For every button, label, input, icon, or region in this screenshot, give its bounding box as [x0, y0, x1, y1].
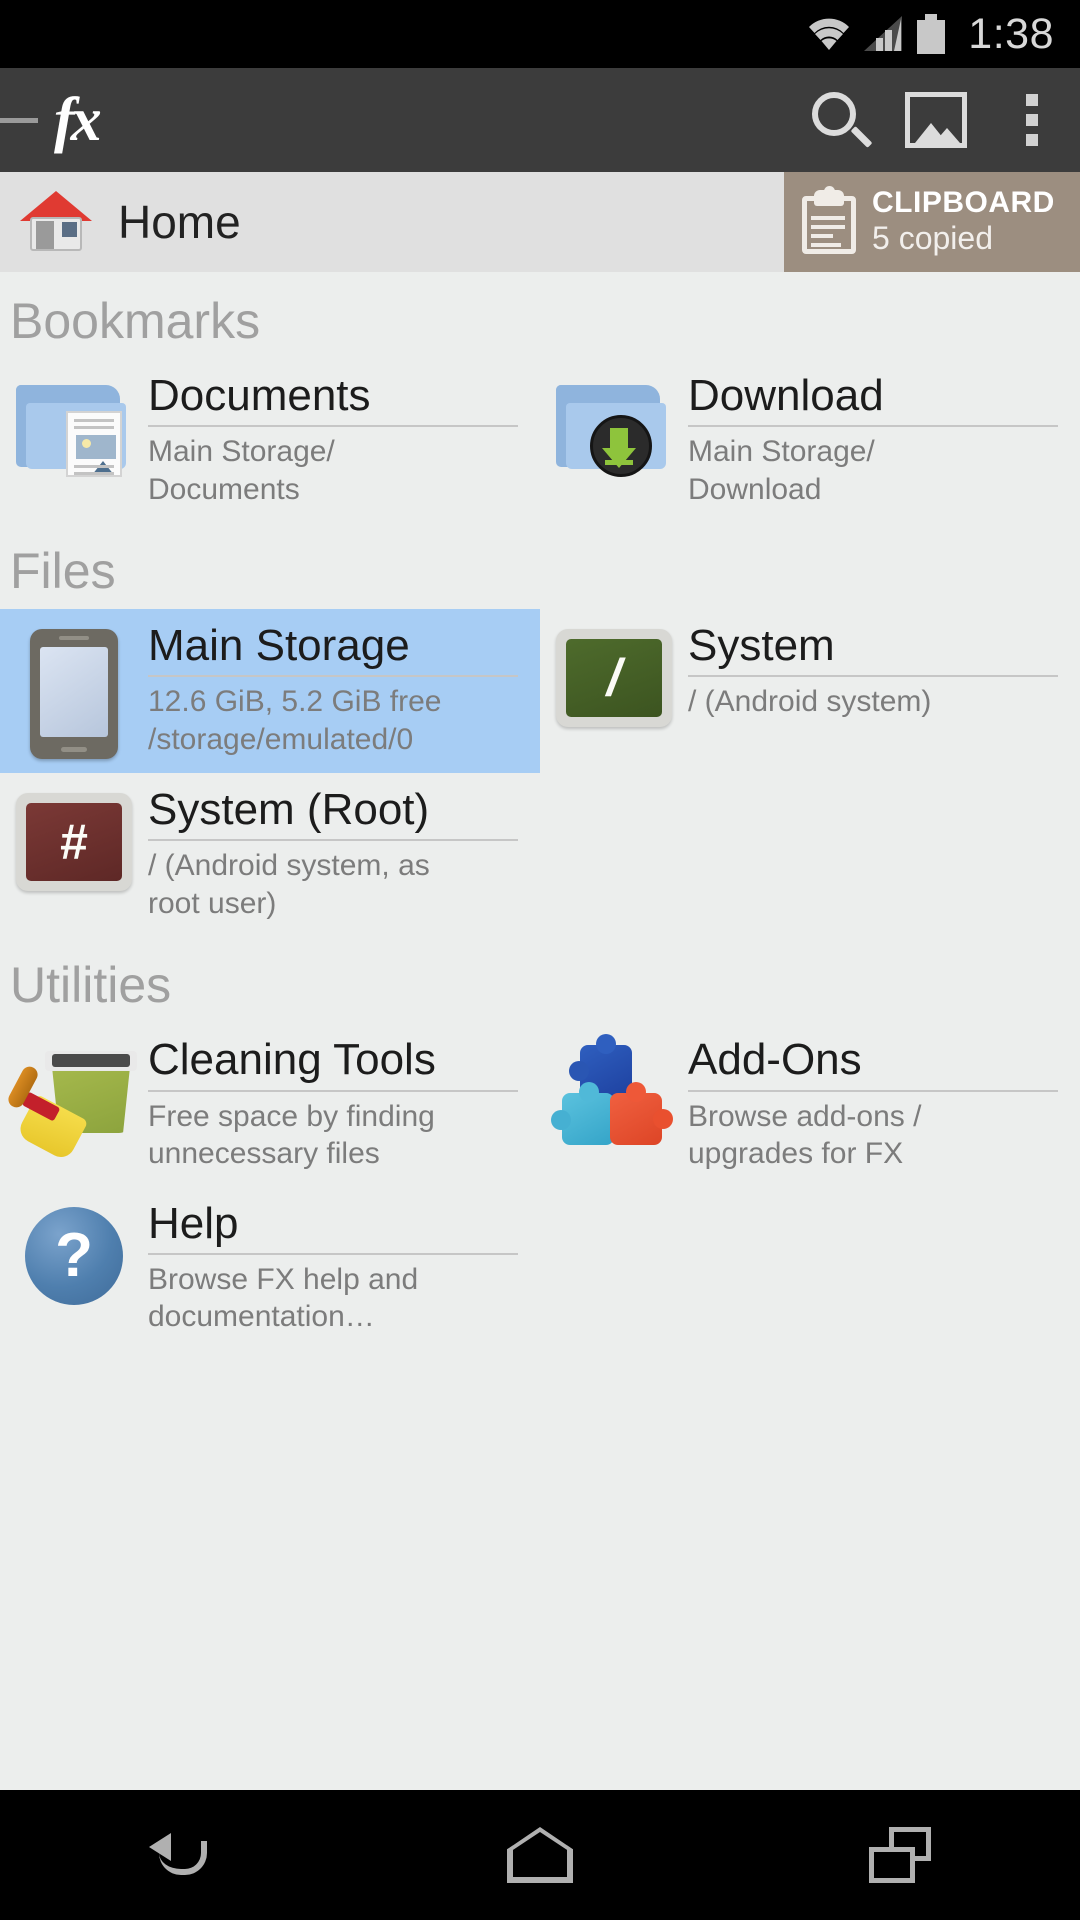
- breadcrumb-label[interactable]: Home: [118, 195, 241, 249]
- list-item-download[interactable]: Download Main Storage/ Download: [540, 359, 1080, 522]
- list-item-body: Main Storage 12.6 GiB, 5.2 GiB free /sto…: [148, 623, 532, 758]
- terminal-red-icon: #: [0, 787, 148, 892]
- list-item-add-ons[interactable]: Add-Ons Browse add-ons / upgrades for FX: [540, 1023, 1080, 1186]
- terminal-hash-glyph: #: [60, 814, 88, 871]
- section-header-files: Files: [10, 543, 116, 600]
- breadcrumb: Home CLIPBOARD 5 copied: [0, 172, 1080, 272]
- list-item-body: Add-Ons Browse add-ons / upgrades for FX: [688, 1037, 1072, 1172]
- puzzle-icon: [540, 1034, 688, 1153]
- list-item-body: System / (Android system): [688, 623, 1072, 721]
- folder-documents-icon: [0, 373, 148, 477]
- recents-button[interactable]: [800, 1790, 1000, 1920]
- list-item-title: Cleaning Tools: [148, 1037, 518, 1092]
- image-icon: [905, 92, 967, 148]
- drawer-indicator-icon[interactable]: [0, 117, 38, 123]
- section-header-bookmarks: Bookmarks: [10, 293, 261, 349]
- list-item-subtitle: Main Storage/ Download: [688, 435, 875, 506]
- list-item-subtitle: / (Android system): [688, 685, 932, 719]
- list-item-title: Documents: [148, 372, 518, 428]
- list-item-title: Main Storage: [148, 623, 518, 678]
- utilities-grid: Cleaning Tools Free space by finding unn…: [0, 1023, 1080, 1349]
- list-item-title: Add-Ons: [688, 1037, 1058, 1092]
- app-logo[interactable]: fx: [54, 89, 102, 151]
- bookmarks-grid: Documents Main Storage/ Documents Downlo…: [0, 359, 1080, 522]
- overflow-menu-icon: [1026, 94, 1038, 146]
- list-item-subtitle: Browse FX help and documentation…: [148, 1262, 419, 1334]
- help-icon: ?: [0, 1201, 148, 1305]
- list-item-body: Documents Main Storage/ Documents: [148, 372, 532, 508]
- list-item-help[interactable]: ? Help Browse FX help and documentation…: [0, 1187, 540, 1350]
- list-item-body: System (Root) / (Android system, as root…: [148, 787, 532, 922]
- phone-icon: [0, 623, 148, 760]
- clipboard-count: 5 copied: [872, 220, 993, 257]
- list-item-title: System (Root): [148, 787, 518, 842]
- gallery-button[interactable]: [888, 68, 984, 172]
- clipboard-icon: [802, 186, 856, 254]
- search-button[interactable]: [792, 68, 888, 172]
- action-bar: fx: [0, 68, 1080, 172]
- battery-icon: [917, 14, 946, 54]
- list-item-subtitle: / (Android system, as root user): [148, 849, 430, 920]
- list-item-system[interactable]: / System / (Android system): [540, 609, 1080, 773]
- list-item-body: Help Browse FX help and documentation…: [148, 1200, 532, 1336]
- list-item-title: Download: [688, 372, 1058, 428]
- android-navigation-bar: [0, 1790, 1080, 1920]
- files-grid: Main Storage 12.6 GiB, 5.2 GiB free /sto…: [0, 609, 1080, 936]
- list-item-system-root[interactable]: # System (Root) / (Android system, as ro…: [0, 773, 540, 936]
- home-icon: [16, 189, 96, 255]
- home-pentagon-icon: [507, 1827, 573, 1883]
- recents-squares-icon: [869, 1827, 931, 1883]
- clipboard-button[interactable]: CLIPBOARD 5 copied: [784, 172, 1080, 272]
- search-icon: [810, 90, 873, 150]
- list-item-subtitle: Free space by finding unnecessary files: [148, 1099, 435, 1171]
- list-item-main-storage[interactable]: Main Storage 12.6 GiB, 5.2 GiB free /sto…: [0, 609, 540, 774]
- wifi-icon: [807, 16, 851, 52]
- back-arrow-icon: [149, 1827, 211, 1883]
- status-bar: 1:38: [0, 0, 1080, 68]
- terminal-green-icon: /: [540, 623, 688, 728]
- section-header-utilities: Utilities: [10, 957, 172, 1014]
- list-item-subtitle: Main Storage/ Documents: [148, 435, 335, 506]
- overflow-menu-button[interactable]: [984, 68, 1080, 172]
- list-item-body: Download Main Storage/ Download: [688, 372, 1072, 508]
- clipboard-text: CLIPBOARD 5 copied: [872, 186, 1055, 257]
- list-item-title: System: [688, 623, 1058, 678]
- cleaning-tools-icon: [0, 1037, 148, 1163]
- terminal-slash-glyph: /: [606, 649, 622, 708]
- list-item-subtitle: Browse add-ons / upgrades for FX: [688, 1099, 922, 1171]
- list-item-body: Cleaning Tools Free space by finding unn…: [148, 1037, 532, 1172]
- list-item-cleaning-tools[interactable]: Cleaning Tools Free space by finding unn…: [0, 1023, 540, 1186]
- clipboard-title: CLIPBOARD: [872, 186, 1055, 220]
- folder-download-icon: [540, 373, 688, 477]
- list-item-documents[interactable]: Documents Main Storage/ Documents: [0, 359, 540, 522]
- list-item-subtitle: 12.6 GiB, 5.2 GiB free /storage/emulated…: [148, 685, 442, 756]
- status-clock: 1:38: [968, 9, 1054, 58]
- question-mark-glyph: ?: [55, 1220, 93, 1290]
- home-button[interactable]: [440, 1790, 640, 1920]
- signal-icon: [864, 16, 904, 52]
- app-screen: 1:38 fx Home CLIPBOARD 5 copied Bookmark…: [0, 0, 1080, 1920]
- list-item-title: Help: [148, 1200, 518, 1255]
- back-button[interactable]: [80, 1790, 280, 1920]
